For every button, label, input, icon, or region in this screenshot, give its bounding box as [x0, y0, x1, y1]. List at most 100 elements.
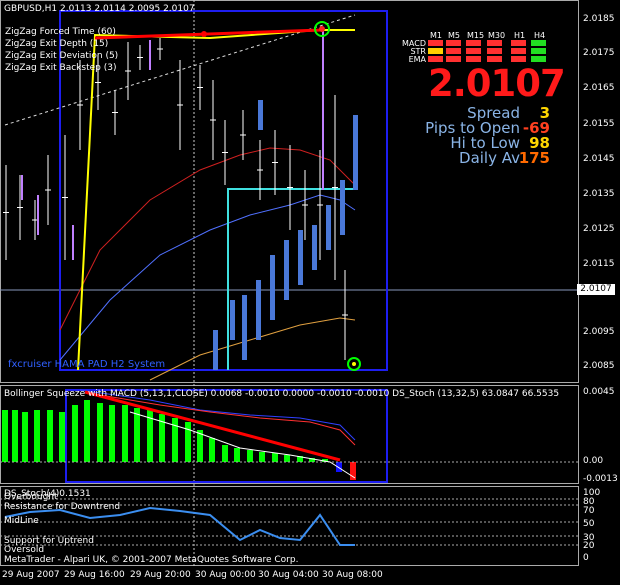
price-tick: 2.0125 — [583, 224, 615, 234]
stoch-axis-tick: 50 — [583, 519, 595, 529]
stat-hi-to-low: Hi to Low 98 — [400, 134, 550, 152]
candle-blue — [270, 255, 275, 320]
time-tick: 29 Aug 2007 — [2, 570, 60, 580]
time-tick: 30 Aug 00:00 — [195, 570, 256, 580]
ma-red — [59, 147, 356, 331]
stat-pips-to-open: Pips to Open -69 — [400, 119, 550, 137]
tf-header-h1: H1 — [514, 31, 526, 40]
dashboard-signal-cell — [428, 48, 443, 54]
copyright-text: MetaTrader - Alpari UK, © 2001-2007 Meta… — [4, 555, 299, 565]
tf-header-m1: M1 — [430, 31, 442, 40]
dashboard-signal-cell — [428, 40, 443, 46]
dashboard-signal-cell — [446, 40, 461, 46]
dashboard-signal-cell — [466, 40, 481, 46]
macd-hist-bar — [109, 405, 115, 462]
candle-blue — [230, 300, 235, 340]
dashboard-signal-cell — [446, 48, 461, 54]
signal-circle-top-core — [319, 26, 325, 32]
dashboard-signal-cell — [466, 48, 481, 54]
candle-blue — [213, 330, 218, 370]
price-tick: 2.0145 — [583, 154, 615, 164]
zigzag-node — [201, 31, 207, 37]
candle-blue — [242, 295, 247, 360]
macd-hist-bar — [284, 455, 290, 462]
macd-axis-tick: -0.0013 — [583, 474, 618, 484]
tf-header-m5: M5 — [448, 31, 460, 40]
macd-indicator-title: Bollinger Squeeze with MACD (5,13,1,CLOS… — [4, 389, 560, 399]
macd-hist-bar — [22, 412, 28, 462]
candle-blue — [298, 230, 303, 285]
macd-hist-bar — [234, 448, 240, 462]
tf-header-m15: M15 — [467, 31, 485, 40]
price-tick: 2.0095 — [583, 327, 615, 337]
stoch-axis-tick: 20 — [583, 541, 595, 551]
dashboard-signal-cell — [511, 40, 526, 46]
dashboard-signal-cell — [511, 48, 526, 54]
candle-blue — [312, 225, 317, 270]
macd-hist-bar — [97, 403, 103, 462]
price-tick: 2.0115 — [583, 259, 615, 269]
indicator-label-exit-backstep: ZigZag Exit Backstep (3) — [5, 63, 117, 73]
level-resistance: Resistance for Downtrend — [4, 502, 121, 512]
candle-blue — [340, 180, 345, 235]
candle-blue — [326, 205, 331, 250]
macd-hist-bar — [222, 445, 228, 462]
dash-row-ema-label: EMA — [408, 55, 426, 64]
macd-hist-bar — [72, 405, 78, 462]
tf-header-m30: M30 — [488, 31, 506, 40]
dashboard-signal-cell — [487, 48, 502, 54]
macd-hist-bar — [134, 408, 140, 462]
macd-hist-bar — [272, 453, 278, 462]
mt4-chart-window: { "header": { "symbol_line": "GBPUSD,H1 … — [0, 0, 620, 585]
tf-header-h4: H4 — [534, 31, 546, 40]
candle-blue — [353, 115, 358, 190]
stoch-axis-tick: 0 — [583, 553, 589, 563]
price-tick: 2.0155 — [583, 119, 615, 129]
ma-blue — [59, 194, 356, 361]
macd-hist-bar — [2, 410, 8, 462]
price-tick: 2.0165 — [583, 83, 615, 93]
stat-spread: Spread 3 — [400, 104, 550, 122]
signal-circle-bottom-core — [352, 362, 356, 366]
price-tick: 2.0135 — [583, 189, 615, 199]
macd-hist-bar — [12, 410, 18, 462]
candle-blue — [284, 240, 289, 300]
indicator-label-exit-deviation: ZigZag Exit Deviation (5) — [5, 51, 119, 61]
dashboard-signal-cell — [487, 40, 502, 46]
macd-hist-bar — [84, 400, 90, 462]
macd-hist-bar — [209, 438, 215, 462]
macd-hist-bar — [259, 452, 265, 462]
level-midline: MidLine — [4, 516, 39, 526]
zigzag-red-top — [94, 28, 323, 40]
price-tick: 2.0185 — [583, 14, 615, 24]
macd-hist-bar — [185, 422, 191, 462]
macd-hist-bar — [34, 410, 40, 462]
indicator-label-forced-time: ZigZag Forced Time (60) — [5, 27, 116, 37]
dashboard-signal-cell — [531, 48, 546, 54]
macd-axis-tick: 0.0045 — [583, 387, 615, 397]
stat-daily-label: Daily Av — [459, 149, 520, 167]
stat-daily-av: Daily Av 175 — [400, 149, 550, 167]
macd-hist-bar — [122, 405, 128, 462]
price-tick: 2.0175 — [583, 48, 615, 58]
macd-hist-bar — [247, 450, 253, 462]
system-label: fxcruiser HAMA PAD H2 System — [8, 359, 166, 370]
time-tick: 29 Aug 20:00 — [130, 570, 191, 580]
time-tick: 30 Aug 04:00 — [258, 570, 319, 580]
indicator-label-exit-depth: ZigZag Exit Depth (15) — [5, 39, 109, 49]
macd-axis-tick: 0.00 — [583, 456, 604, 466]
price-tick: 2.0085 — [583, 361, 615, 371]
symbol-info: GBPUSD,H1 2.0113 2.0114 2.0095 2.0107 — [4, 4, 195, 14]
macd-hist-bar — [59, 412, 65, 462]
time-tick: 29 Aug 16:00 — [64, 570, 125, 580]
dashboard-signal-cell — [531, 40, 546, 46]
zigzag-yellow — [77, 29, 355, 371]
big-price: 2.0107 — [428, 62, 566, 105]
stoch-axis-tick: 70 — [583, 506, 595, 516]
candle-blue — [256, 280, 261, 340]
current-price-marker: 2.0107 — [577, 284, 615, 295]
candle-blue — [258, 100, 263, 130]
stat-daily-value: 175 — [518, 149, 550, 167]
macd-hist-bar — [47, 410, 53, 462]
time-tick: 30 Aug 08:00 — [322, 570, 383, 580]
